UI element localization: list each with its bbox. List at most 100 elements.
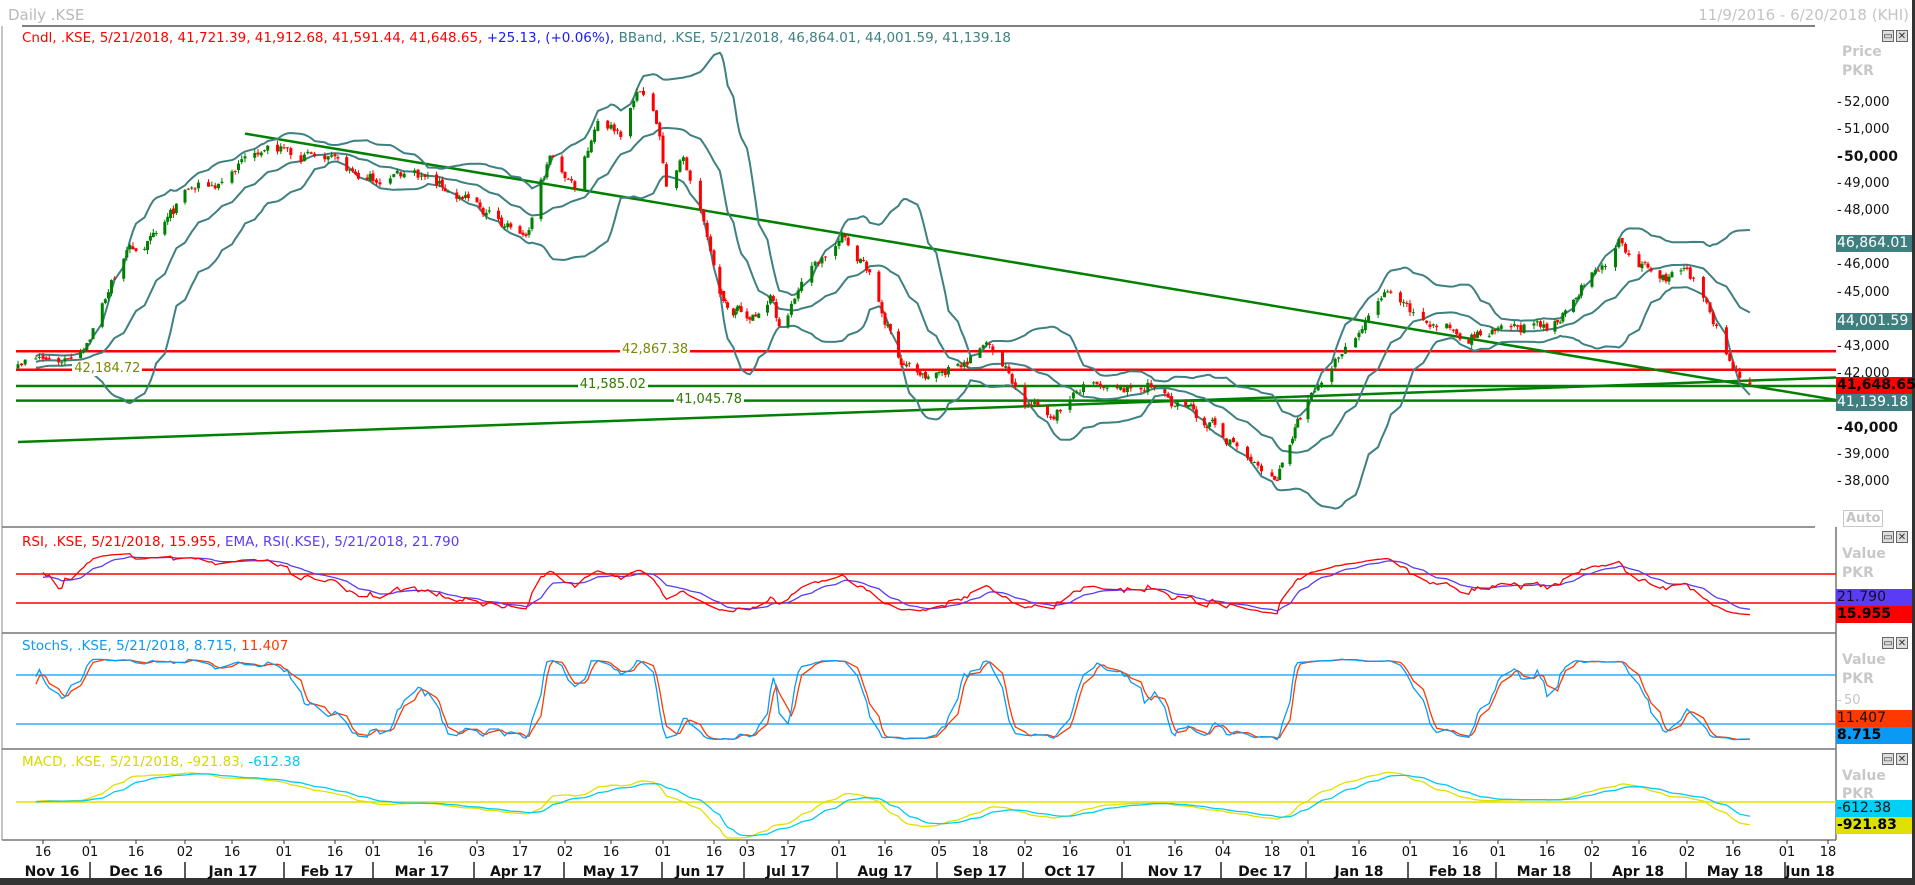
stoch-unit-label: PKR [1842, 671, 1874, 687]
candle-body [1499, 325, 1503, 329]
candle-body [1582, 285, 1586, 287]
chart-canvas[interactable] [0, 0, 1915, 885]
candle-body [1360, 329, 1364, 333]
candle-body [1170, 396, 1174, 407]
candle-body [1166, 393, 1170, 398]
close-icon[interactable]: ✕ [1896, 30, 1908, 42]
x-tick-label: 16 [1166, 845, 1184, 860]
close-icon[interactable]: ✕ [1896, 753, 1908, 765]
candle-body [846, 237, 850, 246]
candle-body [1330, 368, 1334, 382]
candle-body [1055, 409, 1059, 421]
restore-icon[interactable]: ▭ [1882, 30, 1894, 42]
candle-body [539, 179, 543, 220]
candle-body [883, 312, 887, 325]
candle-body [573, 181, 577, 189]
x-tick-label: 01 [81, 845, 99, 860]
restore-icon[interactable]: ▭ [1882, 637, 1894, 649]
candle-body [1600, 265, 1604, 270]
candle-body [481, 207, 485, 215]
candle-body [969, 356, 973, 364]
candle-body [858, 258, 862, 263]
candle-body [1249, 456, 1253, 462]
candle-body [1386, 291, 1390, 293]
candle-body [1670, 272, 1674, 278]
candle-body [478, 202, 482, 208]
candle-body [988, 343, 992, 345]
candle-body [609, 124, 613, 129]
candle-body [1692, 277, 1696, 279]
candle-body [240, 159, 244, 163]
candle-body [1496, 327, 1500, 331]
candle-body [596, 121, 600, 131]
candle-body [1682, 268, 1686, 270]
candle-body [1425, 320, 1429, 323]
candle-body [1590, 272, 1594, 287]
candle-body [1516, 325, 1520, 327]
level-label: 41,045.78 [673, 391, 744, 407]
candle-body [183, 189, 187, 203]
candle-body [333, 154, 337, 157]
candle-body [1260, 465, 1263, 472]
stoch-d-legend-text: 11.407 [241, 638, 289, 654]
candle-body [1184, 401, 1188, 406]
candle-body [154, 233, 158, 235]
candle-body [962, 362, 966, 367]
candle-body [1153, 386, 1157, 388]
x-tick-label: 16 [876, 845, 894, 860]
macd-legend-text: MACD, .KSE, 5/21/2018, -921.83, [22, 754, 245, 770]
restore-icon[interactable]: ▭ [1882, 753, 1894, 765]
candle-body [897, 331, 900, 358]
stoch-legend: StochS, .KSE, 5/21/2018, 8.715, 11.407 [22, 638, 288, 654]
candle-body [1532, 323, 1536, 326]
stoch-mid-tick: 50 [1837, 693, 1860, 708]
candle-body [1451, 329, 1455, 331]
x-tick-label: 16 [705, 845, 723, 860]
candle-body [1383, 292, 1386, 298]
candle-body [1679, 270, 1683, 272]
candle-body [548, 155, 552, 165]
candle-body [940, 370, 944, 373]
candle-body [57, 358, 61, 363]
candle-body [865, 261, 869, 271]
candle-body [399, 172, 403, 177]
candle-body [820, 257, 824, 264]
candle-body [1046, 406, 1049, 416]
candle-body [1478, 330, 1482, 336]
x-tick-label: 01 [1115, 845, 1133, 860]
candle-body [266, 145, 270, 151]
candle-body [1105, 387, 1109, 389]
close-icon[interactable]: ✕ [1896, 637, 1908, 649]
candle-body [497, 210, 500, 220]
candle-body [926, 376, 930, 379]
candle-body [754, 314, 758, 317]
restore-icon[interactable]: ▭ [1882, 531, 1894, 543]
candle-body [1490, 329, 1494, 335]
month-label: Jun 17 [675, 864, 725, 880]
candle-body [771, 296, 775, 301]
candle-body [233, 170, 237, 172]
candle-body [956, 363, 960, 366]
close-icon[interactable]: ✕ [1896, 531, 1908, 543]
x-tick-label: 02 [556, 845, 574, 860]
candle-body [1210, 419, 1214, 422]
candle-body [443, 188, 447, 192]
candle-body [113, 278, 117, 280]
candle-body [1448, 324, 1452, 329]
candle-body [545, 164, 549, 178]
candle-body [463, 195, 467, 198]
candle-body [1473, 334, 1477, 338]
candle-body [1715, 324, 1719, 326]
candle-body [475, 197, 479, 203]
candle-body [843, 234, 847, 238]
candle-body [44, 357, 48, 360]
candle-body [1664, 274, 1668, 282]
level-label: 42,867.38 [620, 342, 691, 358]
candle-body [1538, 321, 1542, 327]
price-auto-scale-button[interactable]: Auto [1843, 510, 1884, 527]
candle-body [1411, 312, 1415, 314]
candle-body [1139, 387, 1143, 390]
candle-body [1711, 312, 1715, 325]
candle-body [1556, 320, 1560, 323]
month-label: Nov 16 [24, 864, 80, 880]
